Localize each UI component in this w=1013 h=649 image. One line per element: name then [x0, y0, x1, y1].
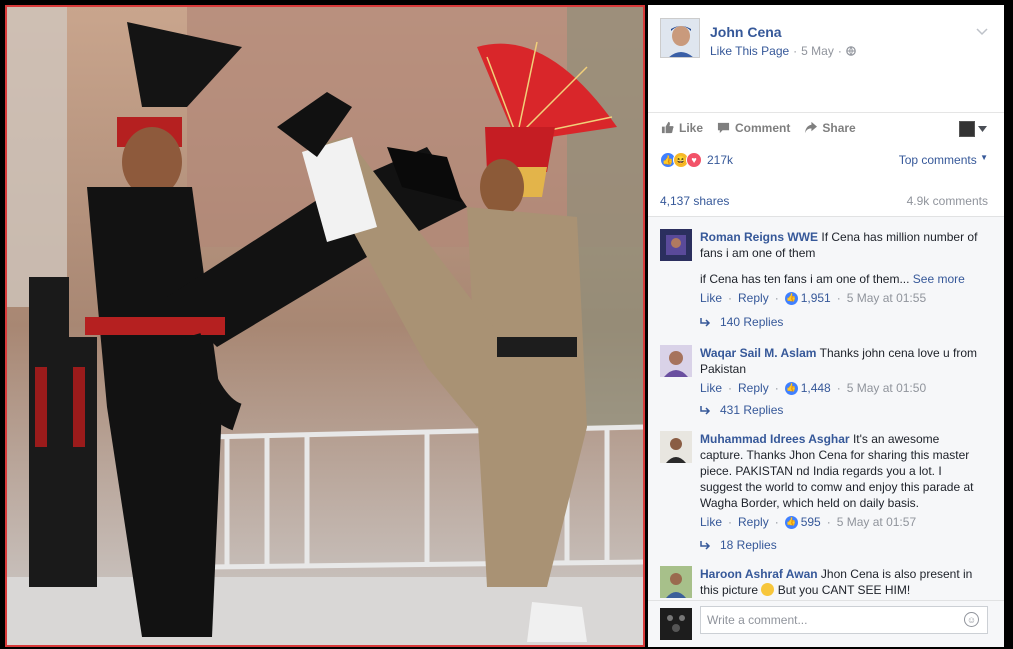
- commenter-avatar[interactable]: [660, 345, 692, 377]
- comments-count[interactable]: 4.9k comments: [907, 194, 988, 208]
- caret-down-icon: ▼: [980, 153, 988, 162]
- comment-meta: Like · Reply · 👍 1,951 · 5 May at 01:55: [700, 290, 927, 306]
- comment-button-label: Comment: [735, 120, 791, 135]
- smile-emoji-icon: [761, 583, 775, 596]
- like-page-link[interactable]: Like This Page: [710, 44, 789, 58]
- avatar: [959, 121, 975, 137]
- post-stats: 4,137 shares 4.9k comments: [660, 194, 988, 208]
- thumbs-up-icon: 👍: [784, 381, 798, 395]
- comment-like-link[interactable]: Like: [700, 514, 722, 530]
- see-more-link[interactable]: See more: [913, 272, 965, 286]
- shares-count[interactable]: 4,137 shares: [660, 194, 729, 208]
- comment-text-more: But you CANT SEE HIM!: [777, 583, 911, 597]
- reactions-summary: 👍 😆 ♥ 217k Top comments ▼: [660, 152, 988, 168]
- comment-like-count: 1,448: [800, 381, 831, 395]
- separator-dot: ·: [793, 44, 798, 58]
- commenter-avatar[interactable]: [660, 566, 692, 598]
- comment-reply-link[interactable]: Reply: [738, 290, 769, 306]
- comment-button[interactable]: Comment: [717, 121, 790, 135]
- view-replies-link[interactable]: 431 Replies: [700, 403, 783, 417]
- write-comment-bar: Write a comment... ☺: [648, 600, 1004, 647]
- comment-body: Muhammad Idrees Asghar It's an awesome c…: [700, 431, 984, 530]
- post-subline: Like This Page · 5 May ·: [710, 44, 856, 58]
- comment-like-count: 1,951: [800, 291, 831, 305]
- comment-likes[interactable]: 👍 595: [784, 514, 821, 530]
- share-button-label: Share: [822, 120, 856, 135]
- comment-like-link[interactable]: Like: [700, 290, 722, 306]
- comment-body: Haroon Ashraf Awan Jhon Cena is also pre…: [700, 566, 984, 598]
- replies-count: 18 Replies: [720, 538, 777, 552]
- comment-body: Waqar Sail M. Aslam Thanks john cena lov…: [700, 345, 984, 396]
- identity-selector[interactable]: [959, 121, 987, 137]
- comment-like-link[interactable]: Like: [700, 380, 722, 396]
- reply-arrow-icon: [700, 540, 711, 550]
- comment-meta: Like · Reply · 👍 1,448 · 5 May at 01:50: [700, 380, 927, 396]
- post-photo[interactable]: [5, 5, 645, 647]
- reply-arrow-icon: [700, 405, 711, 415]
- post-actions: Like Comment Share: [648, 112, 1004, 142]
- replies-count: 431 Replies: [720, 403, 784, 417]
- comment-body: Roman Reigns WWE If Cena has million num…: [700, 229, 984, 306]
- chevron-down-icon[interactable]: [976, 25, 988, 39]
- comment-time[interactable]: 5 May at 01:57: [837, 514, 916, 530]
- comment-like-count: 595: [800, 515, 821, 529]
- like-button[interactable]: Like: [661, 121, 703, 135]
- comment-text-more: if Cena has ten fans i am one of them...: [700, 272, 910, 286]
- separator-dot: ·: [837, 44, 842, 58]
- commenter-name[interactable]: Haroon Ashraf Awan: [700, 567, 818, 581]
- reaction-count[interactable]: 217k: [707, 153, 733, 167]
- thumbs-up-icon: [661, 121, 674, 134]
- globe-icon: [846, 46, 856, 56]
- comment-input-placeholder: Write a comment...: [707, 613, 808, 627]
- reaction-icons[interactable]: 👍 😆 ♥ 217k: [660, 152, 733, 168]
- comment-time[interactable]: 5 May at 01:55: [847, 290, 926, 306]
- commenter-avatar[interactable]: [660, 431, 692, 463]
- avatar: [660, 608, 692, 640]
- comment-input[interactable]: Write a comment... ☺: [700, 606, 988, 634]
- reply-arrow-icon: [700, 317, 711, 327]
- view-replies-link[interactable]: 140 Replies: [700, 315, 783, 329]
- view-replies-link[interactable]: 18 Replies: [700, 538, 777, 552]
- avatar-image: [661, 19, 699, 57]
- emoji-icon[interactable]: ☺: [964, 612, 979, 627]
- commenter-name[interactable]: Muhammad Idrees Asghar: [700, 432, 850, 446]
- commenter-name[interactable]: Roman Reigns WWE: [700, 230, 818, 244]
- top-comments-dropdown[interactable]: Top comments ▼: [899, 153, 988, 167]
- comment-reply-link[interactable]: Reply: [738, 514, 769, 530]
- comment-time[interactable]: 5 May at 01:50: [847, 380, 926, 396]
- thumbs-up-icon: 👍: [784, 515, 798, 529]
- share-arrow-icon: [805, 121, 818, 134]
- top-comments-label: Top comments: [898, 153, 977, 167]
- page-avatar[interactable]: [660, 18, 700, 58]
- comment-likes[interactable]: 👍 1,951: [784, 290, 831, 306]
- commenter-name[interactable]: Waqar Sail M. Aslam: [700, 346, 816, 360]
- love-reaction-icon: ♥: [686, 152, 702, 168]
- like-button-label: Like: [679, 120, 704, 135]
- parade-photo-illustration: [7, 7, 643, 645]
- post-date[interactable]: 5 May: [801, 44, 834, 58]
- commenter-avatar[interactable]: [660, 229, 692, 261]
- post-sidebar: John Cena Like This Page · 5 May · Like …: [648, 5, 1004, 647]
- replies-count: 140 Replies: [720, 315, 784, 329]
- comment-reply-link[interactable]: Reply: [738, 380, 769, 396]
- page-name-link[interactable]: John Cena: [710, 24, 782, 40]
- share-button[interactable]: Share: [804, 120, 856, 135]
- speech-bubble-icon: [717, 122, 730, 134]
- comment-likes[interactable]: 👍 1,448: [784, 380, 831, 396]
- thumbs-up-icon: 👍: [784, 291, 798, 305]
- caret-down-icon: [978, 126, 987, 132]
- comments-list[interactable]: Roman Reigns WWE If Cena has million num…: [648, 216, 1004, 600]
- comment-meta: Like · Reply · 👍 595 · 5 May at 01:57: [700, 514, 917, 530]
- post-header: John Cena Like This Page · 5 May ·: [648, 5, 1004, 110]
